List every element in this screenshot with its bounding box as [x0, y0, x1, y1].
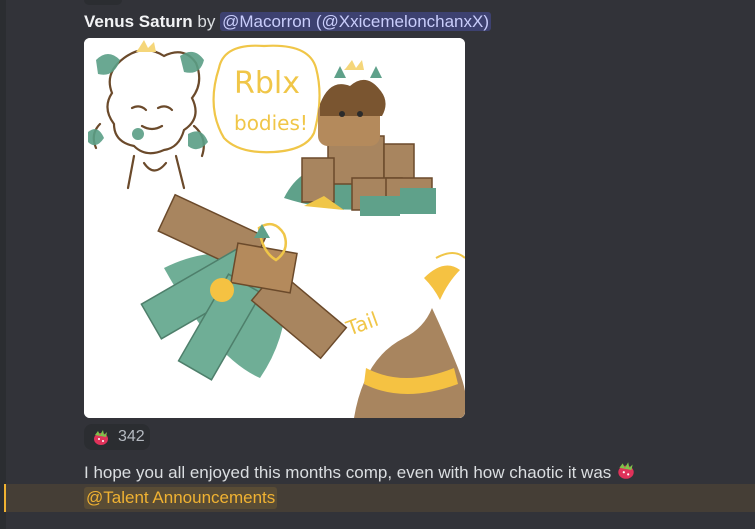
message-text: I hope you all enjoyed this months comp,…	[84, 463, 612, 482]
previous-reaction-edge	[84, 0, 122, 5]
handwritten-bodies: bodies!	[234, 111, 308, 135]
left-edge	[0, 0, 6, 529]
role-mention[interactable]: @Talent Announcements	[84, 487, 278, 509]
message-body: I hope you all enjoyed this months comp,…	[84, 459, 637, 487]
image-attachment[interactable]: Rblx bodies! Tail	[84, 38, 465, 418]
reaction-button[interactable]: 342	[84, 424, 150, 450]
handwritten-rblx: Rblx	[234, 66, 300, 101]
reaction-count: 342	[118, 428, 145, 445]
dragonfruit-emoji-icon	[94, 430, 108, 445]
dragonfruit-emoji-icon	[615, 459, 637, 487]
message-header: Venus Saturn by @Macorron (@Xxicemelonch…	[84, 11, 492, 33]
author-mention[interactable]: @Macorron (@XxicemelonchanxX)	[220, 12, 492, 31]
by-text: by	[197, 12, 216, 31]
message-title: Venus Saturn	[84, 12, 193, 31]
